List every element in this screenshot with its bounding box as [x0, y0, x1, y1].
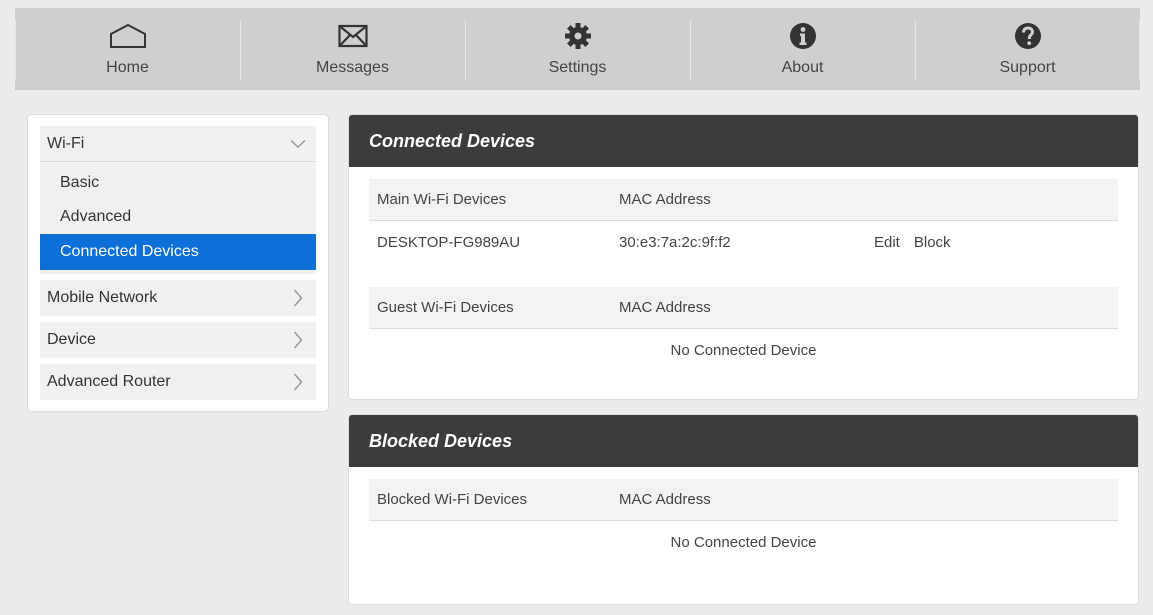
wifi-submenu: Basic Advanced Connected Devices — [40, 162, 316, 274]
empty-state: No Connected Device — [670, 533, 817, 551]
column-header: MAC Address — [619, 191, 711, 208]
nav-about-label: About — [781, 59, 824, 76]
nav-messages[interactable]: Messages — [240, 8, 465, 90]
home-icon — [108, 20, 148, 52]
guest-wifi-table-header: Guest Wi-Fi Devices MAC Address — [369, 287, 1118, 329]
sidebar-item-label: Advanced Router — [47, 373, 171, 390]
blocked-devices-title: Blocked Devices — [349, 415, 1138, 467]
nav-about[interactable]: About — [690, 8, 915, 90]
connected-devices-title: Connected Devices — [349, 115, 1138, 167]
device-name: DESKTOP-FG989AU — [377, 233, 521, 251]
nav-home-label: Home — [106, 59, 149, 76]
settings-sidebar: Wi-Fi Basic Advanced Connected Devices M… — [27, 114, 329, 412]
sidebar-item-mobile-network[interactable]: Mobile Network — [40, 280, 316, 316]
column-header: Blocked Wi-Fi Devices — [377, 491, 528, 508]
empty-state: No Connected Device — [670, 341, 817, 359]
edit-link[interactable]: Edit — [874, 234, 900, 251]
chevron-down-icon — [290, 136, 306, 152]
gear-icon — [564, 20, 592, 52]
table-row: DESKTOP-FG989AU 30:e3:7a:2c:9f:f2 Edit B… — [369, 221, 1118, 263]
sidebar-item-label: Wi-Fi — [47, 134, 85, 152]
column-header: Main Wi-Fi Devices — [377, 191, 507, 208]
blocked-devices-panel: Blocked Devices Blocked Wi-Fi Devices MA… — [348, 414, 1139, 605]
mac-address: 30:e3:7a:2c:9f:f2 — [619, 233, 731, 251]
sidebar-item-label: Device — [47, 331, 96, 348]
sidebar-item-device[interactable]: Device — [40, 322, 316, 358]
question-icon — [1014, 20, 1042, 52]
chevron-right-icon — [290, 289, 306, 307]
nav-support[interactable]: Support — [915, 8, 1140, 90]
chevron-right-icon — [290, 331, 306, 349]
connected-devices-panel: Connected Devices Main Wi-Fi Devices MAC… — [348, 114, 1139, 400]
column-header: MAC Address — [619, 491, 711, 508]
column-header: MAC Address — [619, 299, 711, 316]
nav-settings-label: Settings — [548, 59, 607, 76]
top-nav: Home Messages Settings About Support — [15, 8, 1140, 90]
nav-messages-label: Messages — [316, 59, 389, 76]
blocked-wifi-table-header: Blocked Wi-Fi Devices MAC Address — [369, 479, 1118, 521]
main-wifi-table-header: Main Wi-Fi Devices MAC Address — [369, 179, 1118, 221]
envelope-icon — [337, 20, 368, 52]
sidebar-subitem-advanced[interactable]: Advanced — [40, 200, 316, 234]
nav-support-label: Support — [999, 59, 1056, 76]
nav-settings[interactable]: Settings — [465, 8, 690, 90]
info-icon — [789, 20, 817, 52]
sidebar-item-advanced-router[interactable]: Advanced Router — [40, 364, 316, 400]
sidebar-subitem-basic[interactable]: Basic — [40, 166, 316, 200]
nav-home[interactable]: Home — [15, 8, 240, 90]
sidebar-item-wifi[interactable]: Wi-Fi — [40, 126, 316, 162]
block-link[interactable]: Block — [914, 234, 951, 251]
chevron-right-icon — [290, 373, 306, 391]
sidebar-subitem-connected-devices[interactable]: Connected Devices — [40, 234, 316, 270]
column-header: Guest Wi-Fi Devices — [377, 299, 514, 316]
sidebar-item-label: Mobile Network — [47, 289, 158, 306]
